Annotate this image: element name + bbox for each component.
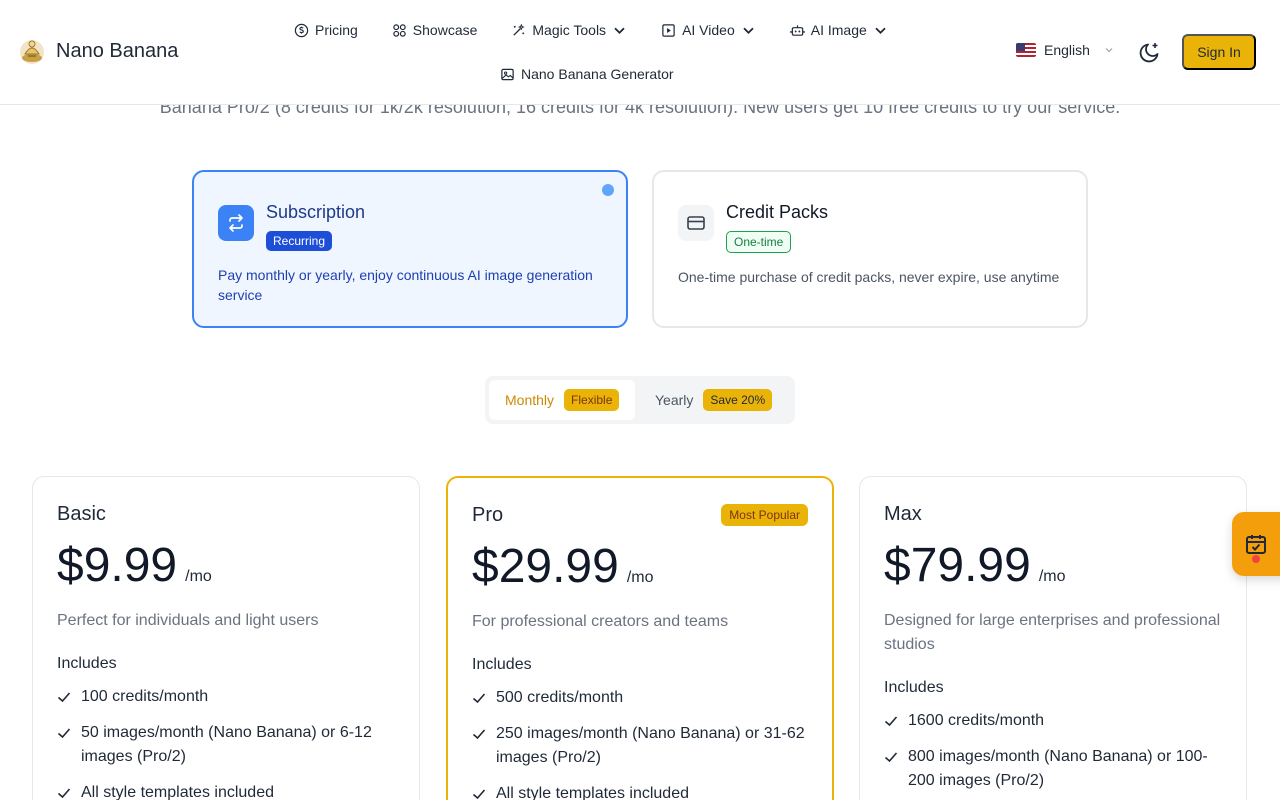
nav-label-magic-tools: Magic Tools: [532, 22, 607, 38]
plan-description: Perfect for individuals and light users: [57, 612, 319, 629]
plan-type-subscription[interactable]: Subscription Recurring Pay monthly or ye…: [192, 170, 628, 328]
video-icon: [662, 23, 675, 37]
chevron-down-icon: [1105, 48, 1113, 53]
feature-item: 800 images/month (Nano Banana) or 100-20…: [884, 745, 1222, 793]
coin-icon: [294, 23, 309, 37]
feature-text: All style templates included: [81, 784, 274, 800]
floating-checkin-widget[interactable]: [1232, 512, 1280, 576]
moon-sparkle-icon[interactable]: [1136, 40, 1162, 66]
check-icon: [57, 692, 71, 703]
site-header: Nano Banana Pricing Showcase Magic Tools…: [0, 0, 1280, 105]
feature-text: 50 images/month (Nano Banana) or 6-12 im…: [81, 724, 372, 765]
billing-period-toggle: Monthly Flexible Yearly Save 20%: [485, 376, 795, 424]
nav-item-ai-image[interactable]: AI Image: [782, 18, 896, 42]
image-icon: [501, 68, 514, 80]
banana-logo-icon: [20, 40, 44, 64]
feature-text: 800 images/month (Nano Banana) or 100-20…: [908, 748, 1208, 789]
most-popular-badge: Most Popular: [721, 504, 808, 526]
nav-label-showcase: Showcase: [412, 22, 478, 38]
plan-description: For professional creators and teams: [472, 613, 729, 630]
chevron-down-icon: [743, 27, 754, 34]
nav-label-ai-image: AI Image: [810, 22, 867, 38]
billing-yearly-option[interactable]: Yearly Save 20%: [639, 380, 788, 420]
plan-type-badge: Recurring: [266, 231, 333, 251]
plan-type-title: Subscription: [266, 202, 366, 222]
plan-card-max: Max $79.99 /mo Designed for large enterp…: [859, 476, 1247, 800]
robot-icon: [790, 24, 805, 36]
feature-text: 100 credits/month: [81, 688, 209, 705]
credit-card-icon: [678, 205, 714, 241]
check-icon: [884, 752, 898, 763]
plan-card-basic: Basic $9.99 /mo Perfect for individuals …: [32, 476, 420, 800]
plan-type-description: Pay monthly or yearly, enjoy continuous …: [218, 267, 593, 303]
plan-card-pro: Pro Most Popular $29.99 /mo For professi…: [446, 476, 834, 800]
plan-type-badge: One-time: [726, 231, 792, 253]
nav-item-nano-banana-generator[interactable]: Nano Banana Generator: [492, 62, 682, 86]
feature-item: All style templates included: [472, 782, 808, 800]
feature-item: 250 images/month (Nano Banana) or 31-62 …: [472, 722, 808, 770]
chevron-down-icon: [614, 27, 625, 34]
includes-heading: Includes: [57, 655, 117, 672]
billing-monthly-label: Monthly: [505, 392, 555, 408]
feature-text: All style templates included: [496, 785, 689, 800]
check-icon: [472, 729, 486, 740]
repeat-icon: [218, 205, 254, 241]
check-icon: [57, 728, 71, 739]
feature-text: 250 images/month (Nano Banana) or 31-62 …: [496, 725, 805, 766]
check-icon: [472, 789, 486, 800]
grid-icon: [393, 23, 406, 37]
plan-price-period: /mo: [626, 569, 654, 586]
plan-price: $29.99: [472, 540, 619, 593]
billing-yearly-badge: Save 20%: [703, 389, 773, 411]
feature-item: 500 credits/month: [472, 686, 808, 710]
us-flag-icon: [1016, 43, 1036, 57]
includes-heading: Includes: [472, 656, 532, 673]
nav-label-pricing: Pricing: [315, 22, 358, 38]
includes-heading: Includes: [884, 679, 944, 696]
language-label: English: [1044, 42, 1090, 58]
feature-item: All style templates included: [57, 781, 395, 800]
brand-link[interactable]: Nano Banana: [18, 36, 178, 66]
nav-item-showcase[interactable]: Showcase: [384, 18, 486, 42]
plan-description: Designed for large enterprises and profe…: [884, 612, 1221, 653]
chevron-down-icon: [875, 27, 886, 34]
nav-item-ai-video[interactable]: AI Video: [653, 18, 764, 42]
feature-text: 1600 credits/month: [908, 712, 1045, 729]
magic-wand-icon: [513, 23, 526, 36]
language-selector[interactable]: English: [1008, 38, 1122, 62]
nav-item-pricing[interactable]: Pricing: [286, 18, 366, 42]
plan-price-period: /mo: [1038, 568, 1066, 585]
secondary-nav: Nano Banana Generator: [492, 62, 682, 86]
calendar-check-icon: [1246, 535, 1266, 554]
plan-type-title: Credit Packs: [726, 202, 829, 222]
nav-item-magic-tools[interactable]: Magic Tools: [503, 18, 635, 42]
feature-text: 500 credits/month: [496, 689, 624, 706]
nav-label-ai-video: AI Video: [682, 22, 735, 38]
plan-name: Max: [884, 503, 922, 525]
billing-monthly-option[interactable]: Monthly Flexible: [489, 380, 635, 420]
feature-item: 100 credits/month: [57, 685, 395, 709]
plan-price-period: /mo: [185, 568, 212, 585]
selected-indicator: [602, 184, 614, 196]
sign-in-button[interactable]: Sign In: [1182, 34, 1256, 70]
plan-type-description: One-time purchase of credit packs, never…: [678, 269, 1060, 285]
notification-dot: [1252, 555, 1260, 563]
nav-label-nano-banana-generator: Nano Banana Generator: [521, 66, 674, 82]
feature-item: 1600 credits/month: [884, 709, 1222, 733]
check-icon: [884, 716, 898, 727]
feature-item: 50 images/month (Nano Banana) or 6-12 im…: [57, 721, 395, 769]
billing-monthly-badge: Flexible: [564, 389, 620, 411]
check-icon: [57, 788, 71, 799]
plan-name: Basic: [57, 503, 106, 525]
plan-price: $79.99: [884, 539, 1031, 592]
check-icon: [472, 693, 486, 704]
main-nav: Pricing Showcase Magic Tools AI Video AI…: [286, 18, 896, 42]
billing-yearly-label: Yearly: [655, 392, 694, 408]
plan-type-credit-packs[interactable]: Credit Packs One-time One-time purchase …: [652, 170, 1088, 328]
brand-name: Nano Banana: [56, 39, 179, 62]
plan-price: $9.99: [57, 539, 178, 592]
